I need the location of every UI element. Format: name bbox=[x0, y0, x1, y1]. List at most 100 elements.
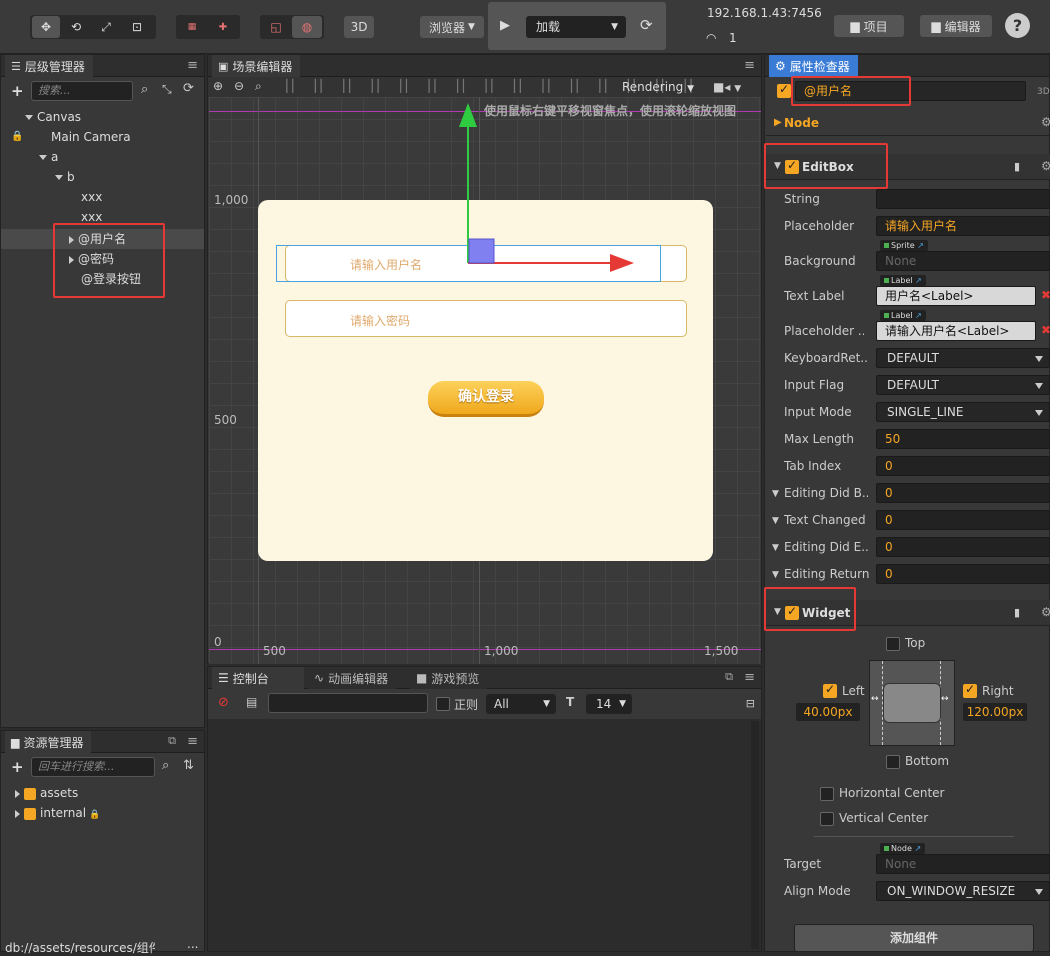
lock-icon[interactable]: 🔒 bbox=[11, 131, 23, 142]
log-level-select[interactable]: All ▼ bbox=[486, 694, 556, 714]
menu-icon[interactable]: ≡ bbox=[187, 58, 198, 73]
left-value-input[interactable]: 40.00px bbox=[796, 703, 860, 721]
popout-icon[interactable]: ⧉ bbox=[168, 734, 176, 748]
menu-icon[interactable]: ≡ bbox=[187, 734, 198, 749]
menu-icon[interactable]: ≡ bbox=[744, 670, 755, 685]
align-mode-select[interactable]: ON_WINDOW_RESIZE bbox=[876, 881, 1050, 901]
text-changed-input[interactable]: 0 bbox=[876, 510, 1050, 530]
gear-icon[interactable]: ⚙ bbox=[1041, 159, 1050, 173]
clear-icon[interactable]: ⊘ bbox=[218, 695, 229, 710]
rect-tool-button[interactable]: ⊡ bbox=[122, 16, 152, 38]
align-left-checkbox[interactable] bbox=[823, 682, 837, 698]
rendering-dropdown[interactable]: Rendering ▼ bbox=[622, 80, 694, 94]
tree-item-a[interactable]: a bbox=[39, 147, 58, 167]
refresh-icon[interactable]: ⟳ bbox=[183, 81, 194, 96]
align-bottom-checkbox[interactable] bbox=[886, 755, 900, 769]
camera-icon[interactable]: ■◂ ▼ bbox=[713, 80, 741, 94]
local-button[interactable]: ✚ bbox=[208, 16, 238, 38]
zoom-out-icon[interactable]: ⊖ bbox=[234, 79, 244, 93]
assets-search-input[interactable]: 回车进行搜索... bbox=[31, 757, 155, 777]
menu-icon[interactable]: ≡ bbox=[744, 58, 755, 73]
chevron-down-icon[interactable]: ▼ bbox=[772, 489, 779, 499]
target-field[interactable]: None bbox=[876, 854, 1050, 874]
play-icon[interactable]: ▶ bbox=[500, 18, 510, 33]
sort-icon[interactable]: ⇅ bbox=[183, 758, 194, 773]
font-size-select[interactable]: 14 ▼ bbox=[586, 694, 632, 714]
search-icon[interactable]: ⌕ bbox=[162, 758, 169, 773]
tab-console[interactable]: ☰ 控制台 bbox=[212, 667, 304, 689]
align-top-checkbox[interactable] bbox=[886, 637, 900, 651]
tab-index-input[interactable]: 0 bbox=[876, 456, 1050, 476]
editing-return-input[interactable]: 0 bbox=[876, 564, 1050, 584]
help-button[interactable]: ? bbox=[1005, 13, 1030, 38]
help-doc-icon[interactable]: ▮ bbox=[1014, 160, 1020, 173]
add-component-button[interactable]: 添加组件 bbox=[794, 924, 1034, 952]
browser-dropdown[interactable]: 浏览器 ▼ bbox=[420, 16, 484, 38]
help-doc-icon[interactable]: ▮ bbox=[1014, 606, 1020, 619]
tab-inspector[interactable]: ⚙ 属性检查器 bbox=[769, 55, 858, 77]
chevron-down-icon[interactable]: ▼ bbox=[772, 516, 779, 526]
align-right-checkbox[interactable] bbox=[963, 682, 977, 698]
editing-did-begin-input[interactable]: 0 bbox=[876, 483, 1050, 503]
remove-icon[interactable]: ✖ bbox=[1041, 323, 1050, 337]
placeholder-input[interactable]: 请输入用户名 bbox=[876, 216, 1050, 236]
tab-hierarchy[interactable]: ☰ 层级管理器 bbox=[5, 55, 93, 77]
login-button[interactable]: 确认登录 bbox=[428, 381, 544, 417]
tree-item-b[interactable]: b bbox=[55, 167, 75, 187]
refresh-icon[interactable]: ⟳ bbox=[640, 16, 653, 34]
keyboard-return-select[interactable]: DEFAULT bbox=[876, 348, 1050, 368]
background-asset-field[interactable]: None bbox=[876, 251, 1050, 271]
tab-scene[interactable]: ▣ 场景编辑器 bbox=[212, 55, 301, 77]
max-length-input[interactable]: 50 bbox=[876, 429, 1050, 449]
project-button[interactable]: ▆ 项目 bbox=[834, 15, 904, 37]
popout-icon[interactable]: ⧉ bbox=[725, 670, 733, 684]
hierarchy-search-input[interactable]: 搜索... bbox=[31, 81, 133, 101]
editing-did-end-input[interactable]: 0 bbox=[876, 537, 1050, 557]
add-icon[interactable]: + bbox=[11, 82, 24, 100]
tab-game-preview[interactable]: ■ 游戏预览 bbox=[410, 667, 488, 689]
right-value-input[interactable]: 120.00px bbox=[963, 703, 1027, 721]
zoom-reset-icon[interactable]: ⌕ bbox=[255, 79, 262, 94]
console-filter-input[interactable] bbox=[268, 693, 428, 713]
tab-animation[interactable]: ∿ 动画编辑器 bbox=[308, 667, 397, 689]
node-active-checkbox[interactable] bbox=[777, 82, 791, 98]
gear-icon[interactable]: ⚙ bbox=[1041, 115, 1050, 129]
chevron-down-icon[interactable]: ▼ bbox=[772, 570, 779, 580]
pivot-button[interactable]: ▦ bbox=[178, 16, 206, 38]
zoom-in-icon[interactable]: ⊕ bbox=[213, 79, 223, 93]
horizontal-center-checkbox[interactable] bbox=[820, 787, 834, 801]
node-section[interactable]: ▶ Node ⚙ bbox=[766, 110, 1050, 136]
search-icon[interactable]: ⌕ bbox=[141, 82, 148, 97]
asset-item-assets[interactable]: assets bbox=[15, 783, 78, 803]
snap-button[interactable]: ◱ bbox=[262, 16, 290, 38]
remove-icon[interactable]: ✖ bbox=[1041, 288, 1050, 302]
input-mode-select[interactable]: SINGLE_LINE bbox=[876, 402, 1050, 422]
move-tool-button[interactable]: ✥ bbox=[32, 16, 60, 38]
tree-item-canvas[interactable]: Canvas bbox=[25, 107, 81, 127]
global-button[interactable]: ◍ bbox=[292, 16, 322, 38]
chevron-down-icon[interactable]: ▼ bbox=[772, 543, 779, 553]
regex-checkbox[interactable] bbox=[436, 697, 450, 711]
input-flag-select[interactable]: DEFAULT bbox=[876, 375, 1050, 395]
editor-button[interactable]: ▆ 编辑器 bbox=[920, 15, 992, 37]
rotate-tool-button[interactable]: ⟲ bbox=[62, 16, 90, 38]
move-gizmo[interactable] bbox=[448, 99, 638, 279]
3d-toggle-button[interactable]: 3D bbox=[344, 16, 374, 38]
vertical-center-checkbox[interactable] bbox=[820, 812, 834, 826]
placeholder-label-field[interactable]: 请输入用户名<Label> bbox=[876, 321, 1036, 341]
collapse-icon[interactable]: ⤡ bbox=[162, 82, 172, 97]
asset-item-internal[interactable]: internal 🔒 bbox=[15, 803, 100, 823]
play-target-select[interactable]: 加载 ▼ bbox=[526, 16, 626, 38]
password-editbox[interactable]: 请输入密码 bbox=[285, 300, 687, 337]
text-label-field[interactable]: 用户名<Label> bbox=[876, 286, 1036, 306]
scale-tool-button[interactable]: ⤢ bbox=[92, 16, 120, 38]
string-input[interactable] bbox=[876, 189, 1050, 209]
gear-icon[interactable]: ⚙ bbox=[1041, 605, 1050, 619]
add-icon[interactable]: + bbox=[11, 758, 24, 776]
tree-item-main-camera[interactable]: Main Camera bbox=[51, 127, 131, 147]
tab-assets[interactable]: ▆ 资源管理器 bbox=[5, 731, 92, 753]
tree-item-xxx[interactable]: xxx bbox=[81, 187, 102, 207]
log-file-icon[interactable]: ▤ bbox=[246, 695, 257, 709]
collapse-icon[interactable]: ⊟ bbox=[746, 697, 755, 710]
scrollbar[interactable] bbox=[751, 721, 759, 949]
